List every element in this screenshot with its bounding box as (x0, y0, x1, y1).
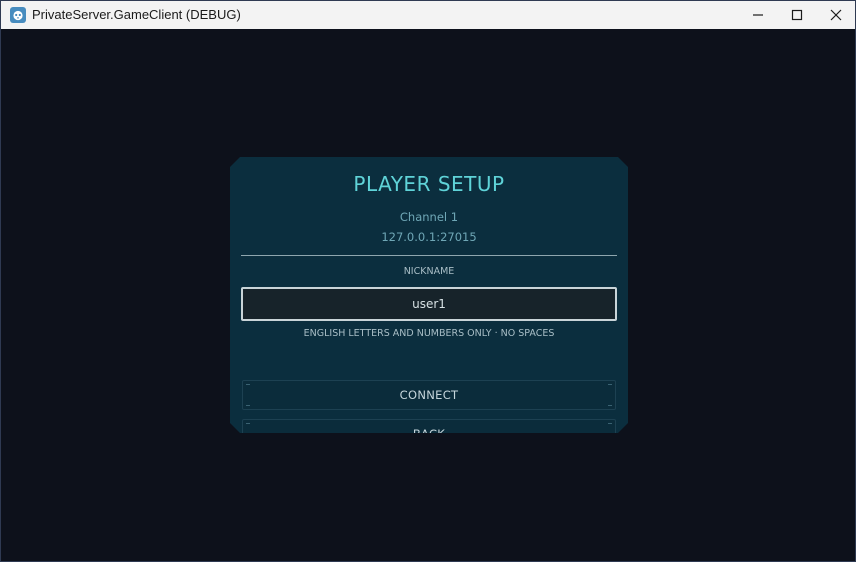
app-window: PrivateServer.GameClient (DEBUG) PLAYER … (0, 0, 856, 562)
channel-name: Channel 1 (399, 210, 459, 224)
connect-button[interactable]: CONNECT (242, 380, 616, 410)
godot-icon (10, 7, 26, 23)
player-setup-panel: PLAYER SETUP Channel 1 127.0.0.1:27015 N… (230, 157, 628, 433)
game-viewport: PLAYER SETUP Channel 1 127.0.0.1:27015 N… (1, 29, 855, 561)
nickname-hint: ENGLISH LETTERS AND NUMBERS ONLY · NO SP… (303, 328, 555, 339)
title-bar[interactable]: PrivateServer.GameClient (DEBUG) (1, 1, 855, 29)
close-icon (830, 9, 842, 21)
maximize-icon (791, 9, 803, 21)
window-title: PrivateServer.GameClient (DEBUG) (32, 7, 241, 22)
maximize-button[interactable] (777, 1, 817, 29)
minimize-icon (753, 14, 763, 16)
back-button[interactable]: BACK (242, 419, 616, 433)
divider (241, 255, 617, 256)
server-address: 127.0.0.1:27015 (381, 230, 477, 244)
nickname-input[interactable] (241, 287, 617, 321)
panel-title: PLAYER SETUP (353, 172, 505, 196)
nickname-label: NICKNAME (403, 266, 455, 277)
minimize-button[interactable] (738, 1, 778, 29)
close-button[interactable] (816, 1, 856, 29)
